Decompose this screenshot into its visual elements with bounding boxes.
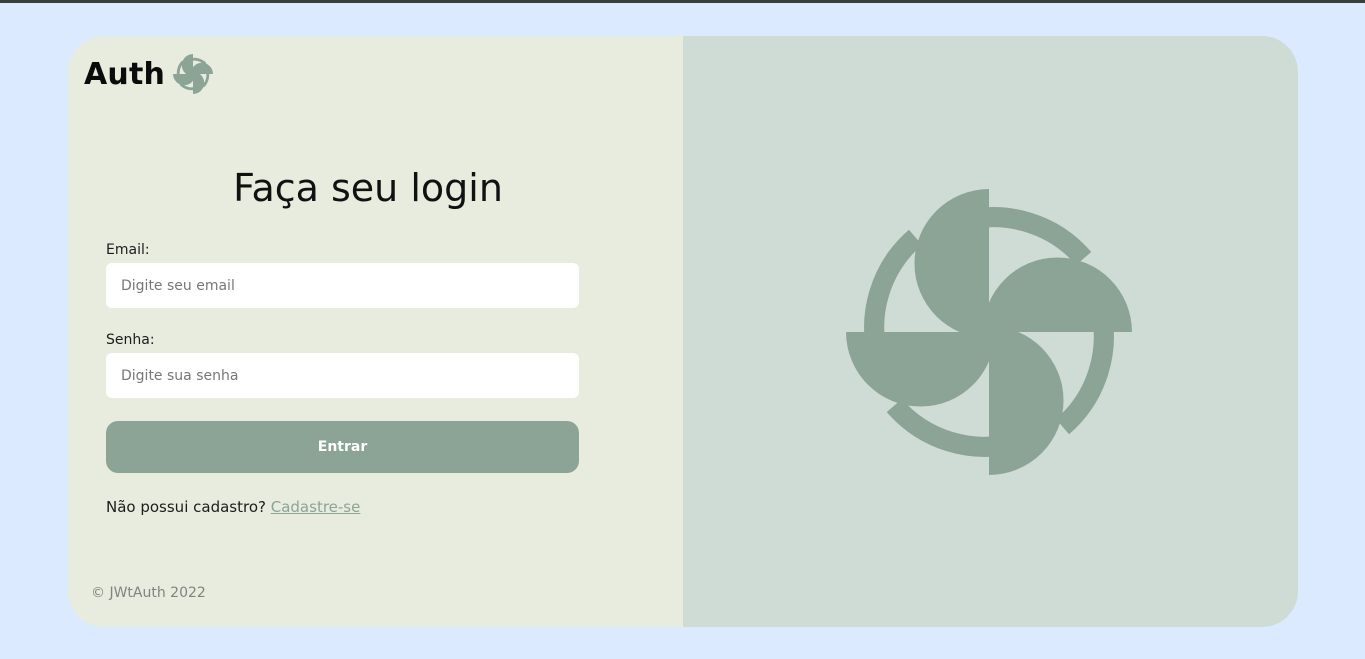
signup-link[interactable]: Cadastre-se [271,498,361,516]
pinwheel-illustration-icon [846,189,1132,475]
brand: Auth [84,54,214,94]
hero-panel [683,36,1298,627]
hero-blades [846,189,1132,475]
copyright-text: © JWtAuth 2022 [91,585,206,601]
login-title: Faça seu login [233,166,503,210]
login-button[interactable]: Entrar [106,421,579,473]
auth-card: Auth Faça seu login Email: Digite seu em… [68,36,1298,627]
password-input[interactable] [106,353,579,398]
email-label: Email: [106,242,150,258]
signup-prompt: Não possui cadastro? Cadastre-se [106,498,360,516]
signup-prompt-text: Não possui cadastro? [106,498,266,516]
pinwheel-logo-icon [173,54,214,94]
email-input[interactable] [106,263,579,308]
logo-blades [173,54,214,94]
password-label: Senha: [106,332,155,348]
window-top-border [0,0,1365,3]
brand-name: Auth [84,56,166,92]
login-panel: Auth Faça seu login Email: Digite seu em… [68,36,683,627]
